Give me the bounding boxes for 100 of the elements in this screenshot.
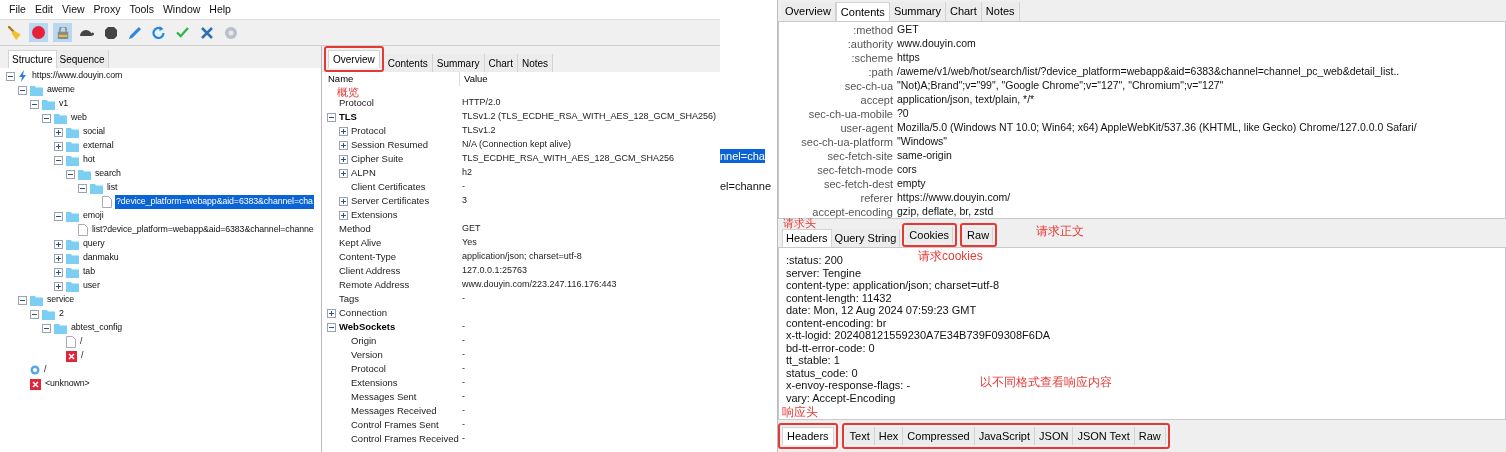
error-icon [66, 350, 77, 362]
collapse-toggle[interactable] [18, 295, 27, 305]
expand-toggle[interactable] [339, 140, 348, 150]
tree-item[interactable]: v1 [58, 97, 70, 111]
response-header-line: date: Mon, 12 Aug 2024 07:59:23 GMT [786, 304, 977, 317]
expand-toggle[interactable] [339, 126, 348, 136]
expand-toggle[interactable] [54, 239, 63, 249]
tree-item[interactable]: hot [82, 153, 96, 167]
tree-item[interactable]: user [82, 279, 101, 293]
tree-item[interactable]: nnel=cha [720, 149, 765, 163]
collapse-toggle[interactable] [54, 211, 63, 221]
tab[interactable]: Notes [517, 54, 554, 72]
property-name: Extensions [351, 375, 398, 390]
collapse-toggle[interactable] [327, 322, 336, 332]
expand-toggle[interactable] [339, 168, 348, 178]
tree-item[interactable]: / [80, 349, 85, 363]
expand-toggle[interactable] [54, 267, 63, 277]
folder-icon [42, 98, 55, 110]
menu-item[interactable]: Window [162, 1, 201, 18]
menu-item[interactable]: Proxy [93, 1, 121, 18]
expand-toggle[interactable] [327, 308, 336, 318]
header-name: accept [859, 92, 894, 108]
property-name: Extensions [351, 207, 398, 222]
collapse-toggle[interactable] [42, 113, 51, 123]
tree-item[interactable]: danmaku [82, 251, 120, 265]
collapse-toggle[interactable] [78, 183, 87, 193]
tree-item[interactable]: list?device_platform=webapp&aid=6383&channel=channe [91, 223, 315, 237]
collapse-toggle[interactable] [327, 112, 336, 122]
menu-item[interactable]: View [62, 1, 85, 18]
collapse-toggle[interactable] [30, 99, 39, 109]
property-name: Messages Sent [351, 389, 417, 404]
tab[interactable]: Overview [328, 50, 380, 68]
expand-toggle[interactable] [339, 210, 348, 220]
expand-toggle[interactable] [54, 127, 63, 137]
tree-item[interactable]: social [82, 125, 106, 139]
tree-item[interactable]: abtest_config [70, 321, 124, 335]
turtle-icon [79, 29, 94, 36]
tree-item[interactable]: / [79, 335, 84, 349]
tree-item[interactable]: web [70, 111, 88, 125]
property-value: - [461, 362, 465, 376]
pen-icon [128, 26, 141, 39]
tree-item[interactable]: https://www.douyin.com [31, 69, 124, 83]
stop-icon [104, 26, 117, 39]
tree-item[interactable]: list [106, 181, 119, 195]
collapse-toggle[interactable] [66, 169, 75, 179]
tab[interactable]: Raw [964, 227, 994, 243]
expand-toggle[interactable] [54, 253, 63, 263]
collapse-toggle[interactable] [30, 309, 39, 319]
file-icon [78, 224, 88, 236]
header-name: :authority [846, 36, 894, 52]
property-value: 127.0.0.1:25763 [461, 264, 528, 278]
broom-icon [7, 25, 22, 40]
tree-item[interactable]: service [46, 293, 76, 307]
folder-icon [66, 140, 79, 152]
property-name: TLS [339, 109, 357, 124]
tree-item[interactable]: aweme [46, 83, 76, 97]
tree-item[interactable]: emoji [82, 209, 105, 223]
menu-item[interactable]: Tools [129, 1, 154, 18]
property-name: Origin [351, 333, 377, 348]
tree-item[interactable]: ?device_platform=webapp&aid=6383&channel=cha [115, 195, 314, 209]
tab[interactable]: Headers [782, 427, 834, 445]
tree-item[interactable]: el=channe [720, 179, 772, 193]
expand-toggle[interactable] [54, 141, 63, 151]
tab[interactable]: Structure [8, 50, 57, 68]
tab[interactable]: Summary [432, 54, 485, 72]
tab[interactable]: Cookies [906, 227, 954, 243]
folder-icon [66, 154, 79, 166]
tree-item[interactable]: / [43, 363, 48, 377]
header-name: sec-fetch-site [826, 148, 894, 164]
collapse-toggle[interactable] [54, 155, 63, 165]
header-value: /aweme/v1/web/hot/search/list/?device_platform=webapp&aid=6383&channel=channel_pc_web&detail_list.. [897, 64, 1400, 80]
header-name: sec-ch-ua-mobile [807, 106, 894, 122]
property-value: GET [461, 222, 481, 236]
tab[interactable]: Sequence [56, 50, 109, 68]
tree-item[interactable]: query [82, 237, 106, 251]
menu-item[interactable]: Help [209, 1, 231, 18]
tree-item[interactable]: tab [82, 265, 96, 279]
collapse-toggle[interactable] [6, 71, 15, 81]
tab[interactable]: Headers [782, 229, 832, 247]
expand-toggle[interactable] [54, 281, 63, 291]
tab[interactable]: Contents [383, 54, 433, 72]
settings-icon [224, 26, 237, 39]
expand-toggle[interactable] [339, 154, 348, 164]
collapse-toggle[interactable] [18, 85, 27, 95]
header-value: empty [897, 176, 926, 192]
column-header[interactable]: Value [460, 72, 488, 87]
menu-item[interactable]: Edit [34, 1, 53, 18]
tree-item[interactable]: external [82, 139, 115, 153]
tree-item[interactable]: search [94, 167, 122, 181]
tab[interactable]: Contents [835, 2, 890, 21]
column-header[interactable]: Name [322, 72, 460, 87]
tab[interactable]: Chart [484, 54, 518, 72]
expand-toggle[interactable] [339, 196, 348, 206]
collapse-toggle[interactable] [42, 323, 51, 333]
response-header-line: status_code: 0 [786, 366, 858, 379]
menu-item[interactable]: File [9, 1, 26, 18]
property-value: - [461, 404, 465, 418]
tree-item[interactable]: 2 [58, 307, 65, 321]
tree-item[interactable]: <unknown> [44, 377, 91, 391]
error-icon [30, 378, 41, 390]
